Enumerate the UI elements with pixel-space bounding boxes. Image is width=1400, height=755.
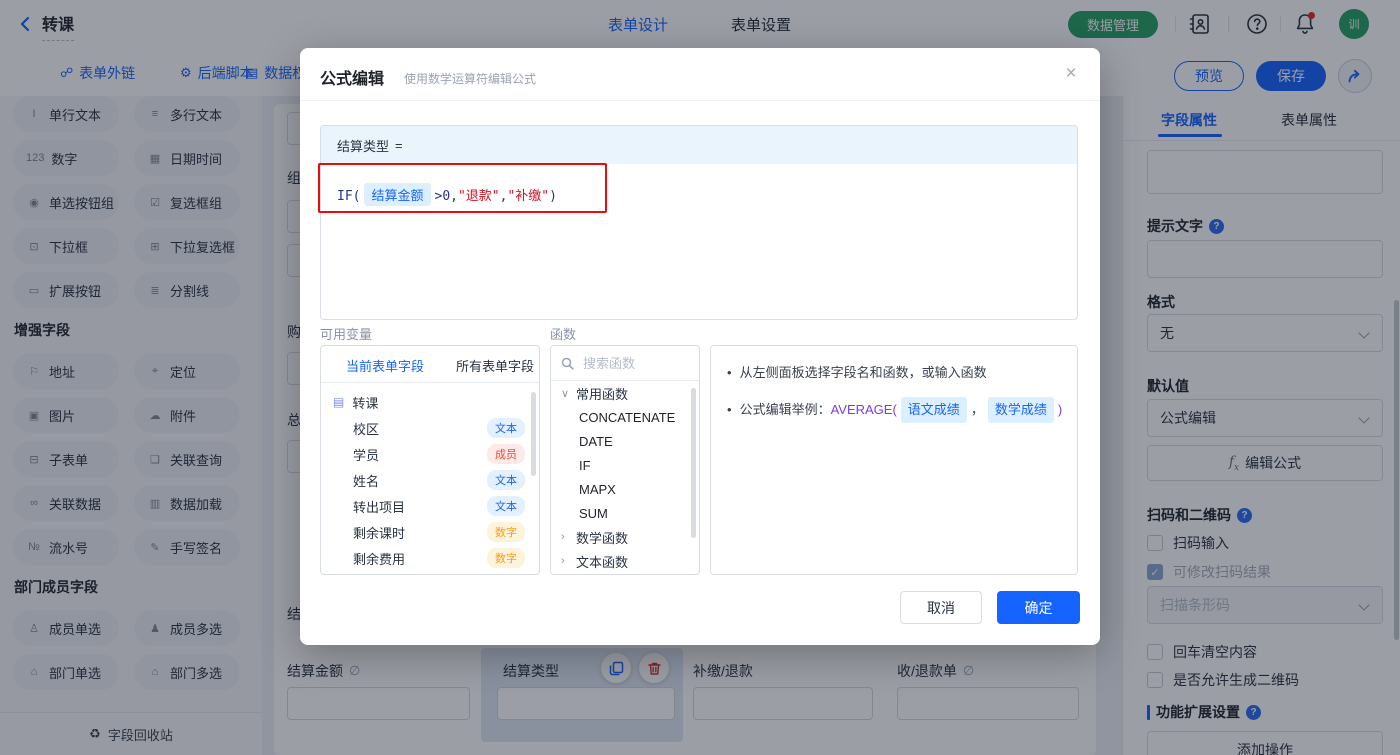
help-tip-1-text: 从左侧面板选择字段名和函数，或输入函数 bbox=[740, 362, 987, 384]
variable-type-badge: 数字 bbox=[487, 548, 525, 568]
tab-all-form-fields[interactable]: 所有表单字段 bbox=[456, 356, 534, 375]
function-item[interactable]: DATE bbox=[551, 429, 699, 453]
variable-name: 转出项目 bbox=[353, 497, 405, 516]
function-group-label: 文本函数 bbox=[576, 552, 628, 571]
function-item[interactable]: MAPX bbox=[551, 477, 699, 501]
function-group-label: 数学函数 bbox=[576, 528, 628, 547]
formula-editor[interactable]: 结算类型 = IF(结算金额>0,"退款","补缴") bbox=[320, 125, 1078, 320]
annotation-highlight-box bbox=[318, 163, 607, 213]
functions-panel: ∨ 常用函数 CONCATENATEDATEIFMAPXSUM › 数学函数 › 文本函数 bbox=[550, 345, 700, 575]
variable-name: 姓名 bbox=[353, 471, 379, 490]
variable-row[interactable]: 校区 文本 bbox=[321, 415, 539, 441]
variables-section-label: 可用变量 bbox=[320, 324, 372, 343]
variables-panel: 当前表单字段 所有表单字段 ▤ 转课 校区文本学员成员姓名文本转出项目文本剩余课… bbox=[320, 345, 540, 575]
function-search[interactable] bbox=[551, 346, 699, 381]
chevron-right-icon: › bbox=[561, 555, 571, 567]
variable-name: 校区 bbox=[353, 419, 379, 438]
variable-name: 学员 bbox=[353, 445, 379, 464]
variable-type-badge: 文本 bbox=[487, 470, 525, 490]
function-group-label: 常用函数 bbox=[576, 384, 628, 403]
variable-type-badge: 文本 bbox=[487, 496, 525, 516]
help-example-chip-1: 语文成绩 bbox=[901, 397, 967, 423]
search-icon bbox=[561, 357, 574, 370]
variable-name: 剩余课时 bbox=[353, 523, 405, 542]
tab-current-form-fields[interactable]: 当前表单字段 bbox=[346, 356, 424, 375]
variables-list: 校区文本学员成员姓名文本转出项目文本剩余课时数字剩余费用数字 bbox=[321, 415, 539, 571]
formula-edit-modal: 公式编辑 使用数学运算符编辑公式 × 结算类型 = IF(结算金额>0,"退款"… bbox=[300, 48, 1100, 645]
app-window: 转课 表单设计 表单设置 数据管理 训 ☍ 表单外链 bbox=[0, 0, 1400, 755]
function-item[interactable]: SUM bbox=[551, 501, 699, 525]
variable-type-badge: 文本 bbox=[487, 418, 525, 438]
function-group-collapsed[interactable]: › 文本函数 bbox=[551, 549, 699, 573]
bullet-icon: • bbox=[727, 399, 732, 421]
form-node[interactable]: ▤ 转课 bbox=[321, 389, 539, 415]
functions-list: ∨ 常用函数 CONCATENATEDATEIFMAPXSUM › 数学函数 › 文本函数 bbox=[551, 381, 699, 573]
formula-help-panel: • 从左侧面板选择字段名和函数，或输入函数 • 公式编辑举例： AVERAGE(… bbox=[710, 345, 1078, 575]
help-tip-2: • 公式编辑举例： AVERAGE( 语文成绩 ， 数学成绩 ) bbox=[725, 397, 1063, 423]
variable-row[interactable]: 剩余费用 数字 bbox=[321, 545, 539, 571]
chevron-right-icon: › bbox=[561, 531, 571, 543]
help-example-fn: AVERAGE( bbox=[831, 399, 897, 421]
variables-tabs: 当前表单字段 所有表单字段 bbox=[321, 346, 539, 383]
modal-title: 公式编辑 bbox=[320, 65, 384, 89]
help-example-close: ) bbox=[1058, 399, 1062, 421]
help-tip-1: • 从左侧面板选择字段名和函数，或输入函数 bbox=[725, 362, 1063, 384]
form-node-label: 转课 bbox=[352, 393, 378, 412]
functions-scrollbar[interactable] bbox=[691, 388, 696, 538]
bullet-icon: • bbox=[727, 362, 732, 384]
variable-row[interactable]: 学员 成员 bbox=[321, 441, 539, 467]
function-search-input[interactable] bbox=[581, 355, 680, 372]
function-item[interactable]: CONCATENATE bbox=[551, 405, 699, 429]
variable-row[interactable]: 转出项目 文本 bbox=[321, 493, 539, 519]
chevron-down-icon: ∨ bbox=[561, 387, 571, 400]
variable-type-badge: 数字 bbox=[487, 522, 525, 542]
confirm-button[interactable]: 确定 bbox=[997, 591, 1080, 624]
variables-scrollbar[interactable] bbox=[531, 392, 536, 476]
modal-header-divider bbox=[300, 100, 1100, 101]
modal-subtitle: 使用数学运算符编辑公式 bbox=[404, 70, 536, 87]
function-group-collapsed[interactable]: › 数学函数 bbox=[551, 525, 699, 549]
cancel-button[interactable]: 取消 bbox=[900, 591, 982, 624]
formula-equals: = bbox=[395, 138, 403, 153]
form-doc-icon: ▤ bbox=[333, 395, 344, 409]
function-item[interactable]: IF bbox=[551, 453, 699, 477]
variable-name: 剩余费用 bbox=[353, 549, 405, 568]
variable-row[interactable]: 剩余课时 数字 bbox=[321, 519, 539, 545]
variable-row[interactable]: 姓名 文本 bbox=[321, 467, 539, 493]
functions-section-label: 函数 bbox=[550, 324, 576, 343]
help-example-chip-2: 数学成绩 bbox=[988, 397, 1054, 423]
variable-type-badge: 成员 bbox=[487, 444, 525, 464]
help-tip-2-prefix: 公式编辑举例： bbox=[740, 399, 831, 421]
formula-target-field: 结算类型 bbox=[337, 136, 389, 155]
close-icon[interactable]: × bbox=[1058, 61, 1084, 87]
function-group-expanded[interactable]: ∨ 常用函数 bbox=[551, 381, 699, 405]
formula-target-bar: 结算类型 = bbox=[321, 126, 1077, 164]
help-example-separator: ， bbox=[971, 399, 984, 421]
